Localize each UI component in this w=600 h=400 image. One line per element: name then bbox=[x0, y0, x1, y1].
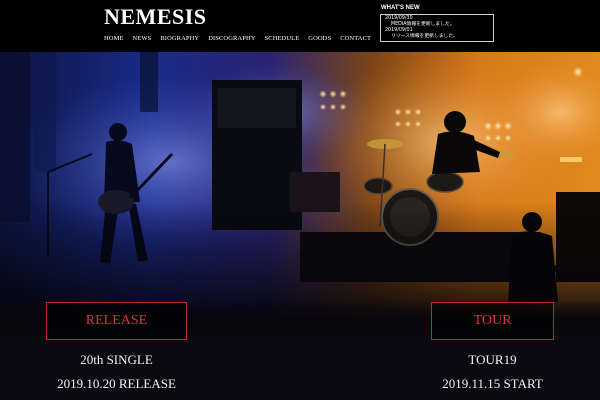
news-item[interactable]: 2019/09/01 リリース情報を更新しました。 bbox=[385, 28, 489, 40]
news-date: 2019/09/30 bbox=[385, 16, 413, 21]
whats-new-box: 2019/09/30 MEDIA情報を更新しました。 2019/09/01 リリ… bbox=[380, 14, 494, 42]
concert-stage-illustration bbox=[0, 52, 600, 322]
nav-item-biography[interactable]: BIOGRAPHY bbox=[160, 35, 199, 42]
news-item[interactable]: 2019/09/30 MEDIA情報を更新しました。 bbox=[385, 16, 489, 28]
release-button[interactable]: RELEASE bbox=[46, 302, 187, 340]
nav-item-contact[interactable]: CONTACT bbox=[340, 35, 371, 42]
site-header: NEMESIS HOME NEWS BIOGRAPHY DISCOGRAPHY … bbox=[0, 0, 600, 52]
main-nav: HOME NEWS BIOGRAPHY DISCOGRAPHY SCHEDULE… bbox=[104, 35, 371, 42]
release-title: 20th SINGLE bbox=[80, 352, 153, 367]
site-logo[interactable]: NEMESIS bbox=[104, 4, 207, 30]
nav-item-news[interactable]: NEWS bbox=[133, 35, 152, 42]
tour-date: 2019.11.15 START bbox=[442, 376, 543, 391]
nav-item-home[interactable]: HOME bbox=[104, 35, 124, 42]
tour-button[interactable]: TOUR bbox=[431, 302, 554, 340]
nav-item-schedule[interactable]: SCHEDULE bbox=[265, 35, 300, 42]
release-date: 2019.10.20 RELEASE bbox=[57, 376, 176, 391]
news-date: 2019/09/01 bbox=[385, 28, 413, 33]
hero-concert-image bbox=[0, 52, 600, 322]
nav-item-discography[interactable]: DISCOGRAPHY bbox=[208, 35, 255, 42]
nav-item-goods[interactable]: GOODS bbox=[308, 35, 331, 42]
tour-title: TOUR19 bbox=[468, 352, 517, 367]
whats-new-title: WHAT'S NEW bbox=[381, 5, 420, 11]
news-text: リリース情報を更新しました。 bbox=[391, 34, 458, 39]
